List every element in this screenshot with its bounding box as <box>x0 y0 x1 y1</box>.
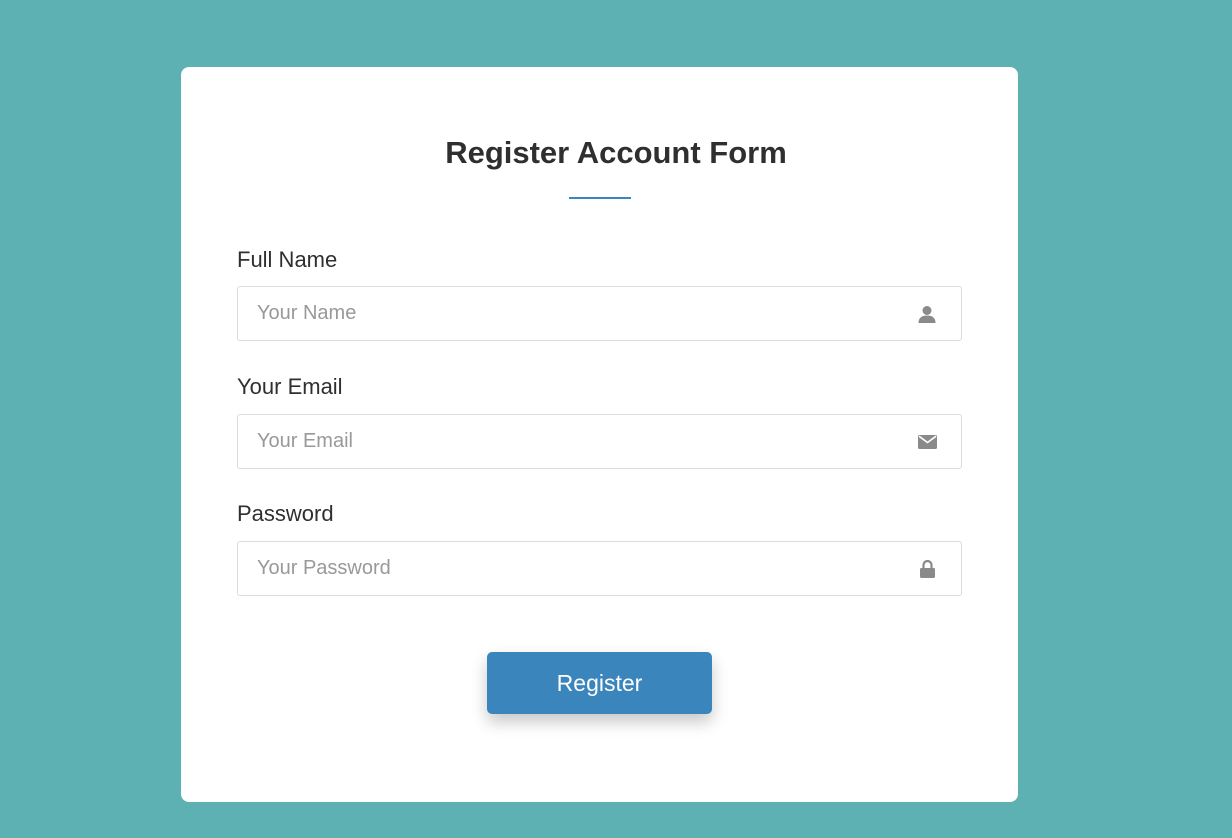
password-label: Password <box>237 501 334 526</box>
email-input[interactable] <box>238 415 961 468</box>
email-label: Your Email <box>237 374 343 399</box>
password-field[interactable] <box>237 541 962 596</box>
envelope-icon <box>917 432 937 452</box>
lock-icon <box>917 559 937 579</box>
password-input[interactable] <box>238 542 961 595</box>
user-icon <box>917 304 937 324</box>
title-underline <box>569 197 631 199</box>
full-name-field[interactable] <box>237 286 962 341</box>
form-title: Register Account Form <box>445 135 787 170</box>
full-name-label: Full Name <box>237 247 338 272</box>
email-field[interactable] <box>237 414 962 469</box>
register-button[interactable]: Register <box>487 652 712 714</box>
full-name-input[interactable] <box>238 287 961 340</box>
